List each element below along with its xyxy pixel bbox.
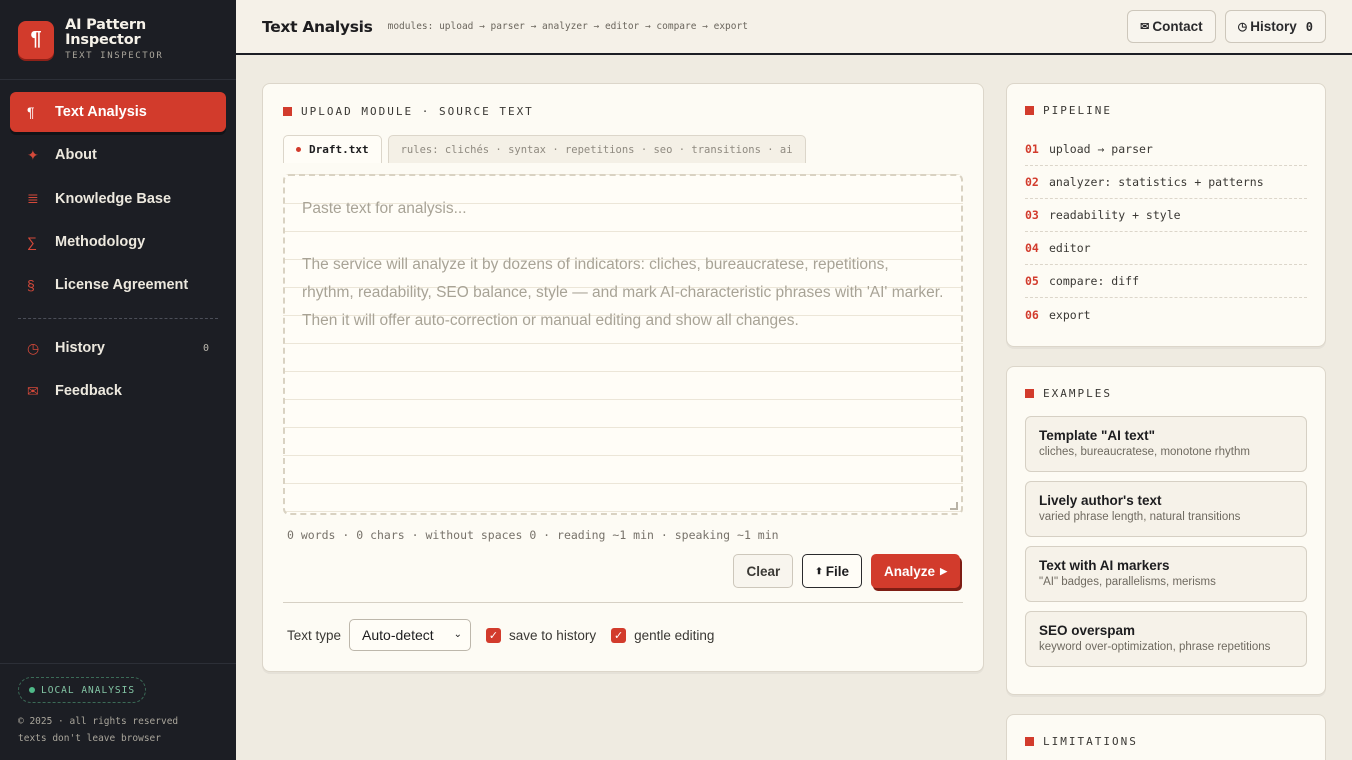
list-item: 04 editor: [1025, 232, 1307, 265]
action-buttons: Clear ⬆ File Analyze ▶: [733, 554, 960, 588]
top-header: Text Analysis modules: upload → parser →…: [236, 0, 1352, 55]
list-item: 05 compare: diff: [1025, 265, 1307, 298]
copyright: © 2025 · all rights reserved: [18, 716, 179, 727]
section-heading: EXAMPLES: [1025, 387, 1112, 400]
section-icon: §: [27, 277, 35, 294]
pipeline-steps: 01 upload → parser 02 analyzer: statistics…: [1025, 133, 1307, 331]
sigma-icon: ∑: [27, 233, 37, 250]
section-heading: LIMITATIONS: [1025, 735, 1138, 748]
text-type-select[interactable]: Auto-detect ⌄: [349, 619, 472, 651]
square-marker-icon: [283, 107, 292, 116]
sidebar-item-label: Text Analysis: [55, 104, 147, 120]
chevron-down-icon: ⌄: [453, 629, 463, 640]
history-button[interactable]: ◷ History 0: [1224, 10, 1326, 43]
square-marker-icon: [1025, 389, 1034, 398]
sidebar-item-about[interactable]: ✦ About: [10, 135, 226, 175]
sidebar-item-history[interactable]: ◷ History 0: [10, 328, 226, 368]
analyze-button[interactable]: Analyze ▶: [871, 554, 960, 588]
source-text-input[interactable]: Paste text for analysis... The service w…: [283, 174, 963, 515]
sidebar-item-text-analysis[interactable]: ¶ Text Analysis: [10, 92, 226, 132]
history-label: History: [1250, 19, 1297, 34]
history-count: 0: [202, 342, 209, 354]
sidebar-item-feedback[interactable]: ✉ Feedback: [10, 371, 226, 411]
sidebar-item-knowledge-base[interactable]: ≣ Knowledge Base: [10, 179, 226, 219]
examples-list: Template "AI text" cliches, bureaucrates…: [1025, 416, 1307, 676]
pilcrow-icon: ¶: [27, 104, 35, 120]
clock-icon: ◷: [27, 339, 40, 356]
stack-lines-icon: ≣: [27, 190, 39, 207]
save-history-option[interactable]: ✓ save to history: [486, 627, 596, 643]
mail-icon: ✉: [27, 382, 39, 399]
placeholder-title: Paste text for analysis...: [302, 200, 467, 217]
page-title: Text Analysis: [262, 17, 373, 36]
example-card[interactable]: Lively author's text varied phrase lengt…: [1025, 481, 1307, 537]
file-upload-button[interactable]: ⬆ File: [802, 554, 863, 588]
list-item: 01 upload → parser: [1025, 133, 1307, 166]
contact-label: Contact: [1152, 19, 1203, 34]
play-arrow-icon: ▶: [940, 565, 947, 576]
brand: ¶ AI Pattern Inspector TEXT INSPECTOR: [0, 0, 236, 80]
sidebar-item-label: Methodology: [55, 233, 146, 250]
pilcrow-logo-icon[interactable]: ¶: [18, 20, 55, 59]
tab-rules[interactable]: rules: clichés · syntax · repetitions · …: [387, 135, 806, 163]
history-count-badge: 0: [1305, 19, 1313, 34]
clear-button[interactable]: Clear: [733, 554, 794, 588]
gentle-editing-option[interactable]: ✓ gentle editing: [611, 627, 714, 643]
local-analysis-badge: LOCAL ANALYSIS: [18, 677, 147, 703]
resize-handle[interactable]: [950, 502, 958, 510]
list-item: 06 export: [1025, 307, 1091, 322]
gentle-editing-checkbox[interactable]: ✓: [611, 627, 627, 643]
sidebar-item-label: History: [55, 340, 105, 357]
sidebar: ¶ AI Pattern Inspector TEXT INSPECTOR ¶ …: [0, 0, 236, 760]
status-dot-icon: [29, 687, 35, 693]
sidebar-item-label: License Agreement: [55, 277, 189, 294]
sidebar-nav: ¶ Text Analysis ✦ About ≣ Knowledge Base…: [0, 80, 236, 411]
sidebar-item-methodology[interactable]: ∑ Methodology: [10, 222, 226, 262]
list-item: 03 readability + style: [1025, 199, 1307, 232]
sidebar-item-label: Knowledge Base: [55, 190, 172, 207]
modules-breadcrumb: modules: upload → parser → analyzer → ed…: [387, 21, 748, 32]
limitations-panel: LIMITATIONS: [1006, 714, 1326, 760]
example-card[interactable]: Template "AI text" cliches, bureaucrates…: [1025, 416, 1307, 472]
app-subtitle: TEXT INSPECTOR: [65, 51, 164, 61]
pipeline-panel: PIPELINE 01 upload → parser 02 analyzer: s…: [1006, 83, 1326, 347]
badge-label: LOCAL ANALYSIS: [41, 684, 136, 696]
sidebar-item-license-agreement[interactable]: § License Agreement: [10, 265, 226, 305]
app-name: AI Pattern Inspector: [65, 17, 146, 48]
section-heading: UPLOAD MODULE · SOURCE TEXT: [283, 105, 534, 118]
examples-panel: EXAMPLES Template "AI text" cliches, bur…: [1006, 366, 1326, 695]
mail-icon: ✉: [1140, 21, 1150, 33]
tab-draft[interactable]: Draft.txt: [283, 135, 382, 163]
sparkle-icon: ✦: [27, 146, 39, 163]
dot-icon: [296, 147, 301, 152]
clock-icon: ◷: [1237, 21, 1248, 33]
divider: [283, 602, 963, 603]
square-marker-icon: [1025, 737, 1034, 746]
contact-button[interactable]: ✉ Contact: [1127, 10, 1216, 43]
sidebar-divider: [18, 318, 218, 320]
section-heading: PIPELINE: [1025, 104, 1112, 117]
square-marker-icon: [1025, 106, 1034, 115]
example-card[interactable]: Text with AI markers "AI" badges, parall…: [1025, 546, 1307, 602]
save-history-checkbox[interactable]: ✓: [486, 627, 502, 643]
text-stats: 0 words · 0 chars · without spaces 0 · r…: [287, 528, 779, 542]
sidebar-footer: LOCAL ANALYSIS © 2025 · all rights reser…: [0, 663, 236, 760]
upload-icon: ⬆: [815, 565, 823, 576]
upload-panel: UPLOAD MODULE · SOURCE TEXT Draft.txt ru…: [262, 83, 984, 672]
list-item: 02 analyzer: statistics + patterns: [1025, 166, 1307, 199]
sidebar-item-label: About: [55, 147, 97, 164]
placeholder-description: The service will analyze it by dozens of…: [302, 256, 944, 329]
example-card[interactable]: SEO overspam keyword over-optimization, …: [1025, 611, 1307, 667]
sidebar-item-label: Feedback: [55, 383, 122, 400]
editor-tabs: Draft.txt rules: clichés · syntax · repe…: [283, 135, 806, 163]
text-type-label: Text type: [287, 627, 342, 643]
analysis-options: Text type Auto-detect ⌄ ✓ save to histor…: [287, 619, 714, 651]
privacy-note: texts don't leave browser: [18, 733, 161, 744]
